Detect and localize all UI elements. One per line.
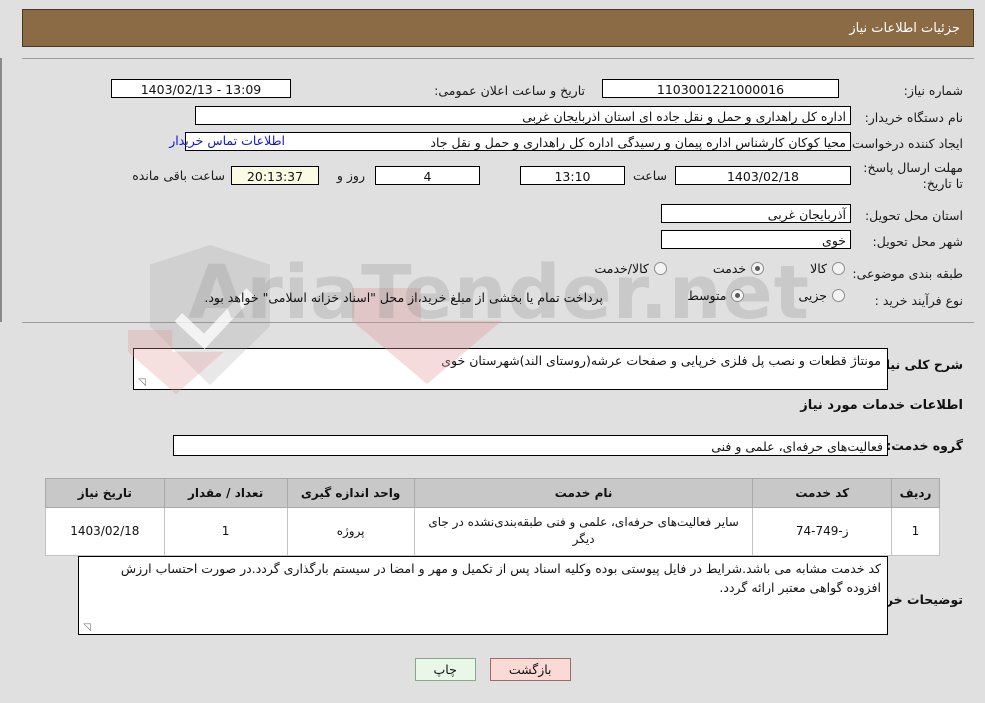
cell-code: ز-749-74 xyxy=(752,507,892,556)
cell-index: 1 xyxy=(891,507,940,556)
province-row: استان محل تحویل: xyxy=(865,203,963,227)
cell-unit: پروژه xyxy=(286,507,415,556)
announce-row: تاریخ و ساعت اعلان عمومی: xyxy=(434,78,585,102)
need-number-field[interactable]: 1103001221000016 xyxy=(602,79,839,98)
province-label: استان محل تحویل: xyxy=(864,207,963,223)
col-code: کد خدمت xyxy=(752,478,892,508)
radio-icon[interactable] xyxy=(832,289,845,302)
radio-icon[interactable] xyxy=(832,262,845,275)
table-header-row: ردیف کد خدمت نام خدمت واحد اندازه گیری ت… xyxy=(45,478,940,508)
category-option-service[interactable]: خدمت xyxy=(712,261,765,276)
page-title-bar: جزئیات اطلاعات نیاز xyxy=(22,9,974,47)
description-textarea[interactable]: مونتاژ قطعات و نصب پل فلزی خرپایی و صفحا… xyxy=(133,348,888,390)
city-field[interactable]: خوی xyxy=(661,230,851,249)
hour-label: ساعت xyxy=(632,168,667,183)
cell-qty: 1 xyxy=(163,507,288,556)
check-icon xyxy=(174,267,255,350)
days-and-label: روز و xyxy=(336,168,365,183)
province-field[interactable]: آذربایجان غربی xyxy=(661,204,851,223)
cell-name: سایر فعالیت‌های حرفه‌ای، علمی و فنی طبقه… xyxy=(413,507,754,556)
col-date: تاریخ نیاز xyxy=(45,478,165,508)
panel-bottom-rule xyxy=(22,322,974,323)
page-title: جزئیات اطلاعات نیاز xyxy=(849,20,960,36)
need-number-label: شماره نیاز: xyxy=(903,82,963,98)
panel-left-rule xyxy=(0,58,2,322)
requester-label: ایجاد کننده درخواست: xyxy=(847,135,963,151)
need-number-row: شماره نیاز: xyxy=(904,78,963,102)
remaining-time-field: 20:13:37 xyxy=(231,166,319,185)
col-qty: تعداد / مقدار xyxy=(163,478,288,508)
cell-date: 1403/02/18 xyxy=(45,507,165,556)
city-label: شهر محل تحویل: xyxy=(872,233,963,249)
remaining-suffix-label: ساعت باقی مانده xyxy=(132,168,225,183)
radio-icon[interactable] xyxy=(653,262,667,275)
buyer-org-field[interactable]: اداره کل راهداری و حمل و نقل جاده ای است… xyxy=(195,106,851,125)
table-row: 1 ز-749-74 سایر فعالیت‌های حرفه‌ای، علمی… xyxy=(45,507,940,556)
back-button[interactable]: بازگشت xyxy=(489,658,571,681)
category-option-goods-service[interactable]: کالا/خدمت xyxy=(594,261,667,276)
radio-icon-selected[interactable] xyxy=(751,262,765,275)
process-option-minor[interactable]: جزیی xyxy=(798,288,845,303)
category-label: طبقه بندی موضوعی: xyxy=(852,265,963,281)
buyer-org-label: نام دستگاه خریدار: xyxy=(864,109,963,125)
radio-icon-selected[interactable] xyxy=(731,289,745,302)
requester-row: ایجاد کننده درخواست: xyxy=(848,131,963,155)
process-option-medium[interactable]: متوسط xyxy=(687,288,745,303)
category-radio-group: کالا خدمت کالا/خدمت xyxy=(594,261,845,276)
service-group-field[interactable]: فعالیت‌های حرفه‌ای، علمی و فنی xyxy=(173,435,888,456)
panel-top-rule xyxy=(22,58,974,59)
buyer-notes-text: کد خدمت مشابه می باشد.شرایط در فایل پیوس… xyxy=(120,561,881,595)
buyer-contact-link[interactable]: اطلاعات تماس خریدار xyxy=(169,133,285,148)
deadline-time-field[interactable]: 13:10 xyxy=(520,166,625,185)
col-name: نام خدمت xyxy=(413,478,754,508)
services-heading: اطلاعات خدمات مورد نیاز xyxy=(800,398,963,413)
announce-label: تاریخ و ساعت اعلان عمومی: xyxy=(434,82,585,98)
category-option-goods-service-label: کالا/خدمت xyxy=(594,261,649,276)
need-details-page: جزئیات اطلاعات نیاز AriaTender.net شماره… xyxy=(0,0,985,703)
city-row: شهر محل تحویل: xyxy=(873,229,963,253)
process-option-medium-label: متوسط xyxy=(687,288,727,303)
remaining-days-field[interactable]: 4 xyxy=(375,166,480,185)
col-unit: واحد اندازه گیری xyxy=(286,478,415,508)
col-index: ردیف xyxy=(891,478,940,508)
resize-grip-icon[interactable]: ◹ xyxy=(136,378,146,388)
category-option-goods[interactable]: کالا xyxy=(810,261,845,276)
process-label: نوع فرآیند خرید : xyxy=(874,292,963,308)
footer-actions: بازگشت چاپ xyxy=(0,658,985,681)
buyer-org-row: نام دستگاه خریدار: xyxy=(865,105,963,129)
deadline-date-field[interactable]: 1403/02/18 xyxy=(675,166,851,185)
services-table: ردیف کد خدمت نام خدمت واحد اندازه گیری ت… xyxy=(45,478,940,556)
process-row: نوع فرآیند خرید : xyxy=(875,288,963,312)
resize-grip-icon[interactable]: ◹ xyxy=(81,623,91,633)
payment-note: پرداخت تمام یا بخشی از مبلغ خرید،از محل … xyxy=(204,290,603,305)
buyer-notes-textarea[interactable]: کد خدمت مشابه می باشد.شرایط در فایل پیوس… xyxy=(78,556,888,635)
category-option-goods-label: کالا xyxy=(810,261,827,276)
description-text: مونتاژ قطعات و نصب پل فلزی خرپایی و صفحا… xyxy=(441,353,881,368)
print-button[interactable]: چاپ xyxy=(414,658,476,681)
process-radio-group: جزیی متوسط xyxy=(687,288,845,303)
category-option-service-label: خدمت xyxy=(712,261,747,276)
service-group-label: گروه خدمت: xyxy=(886,438,963,453)
deadline-label: مهلت ارسال پاسخ: تا تاریخ: xyxy=(863,160,963,191)
category-row: طبقه بندی موضوعی: xyxy=(852,261,963,285)
announce-datetime-field[interactable]: 13:09 - 1403/02/13 xyxy=(111,79,291,98)
process-option-minor-label: جزیی xyxy=(798,288,827,303)
